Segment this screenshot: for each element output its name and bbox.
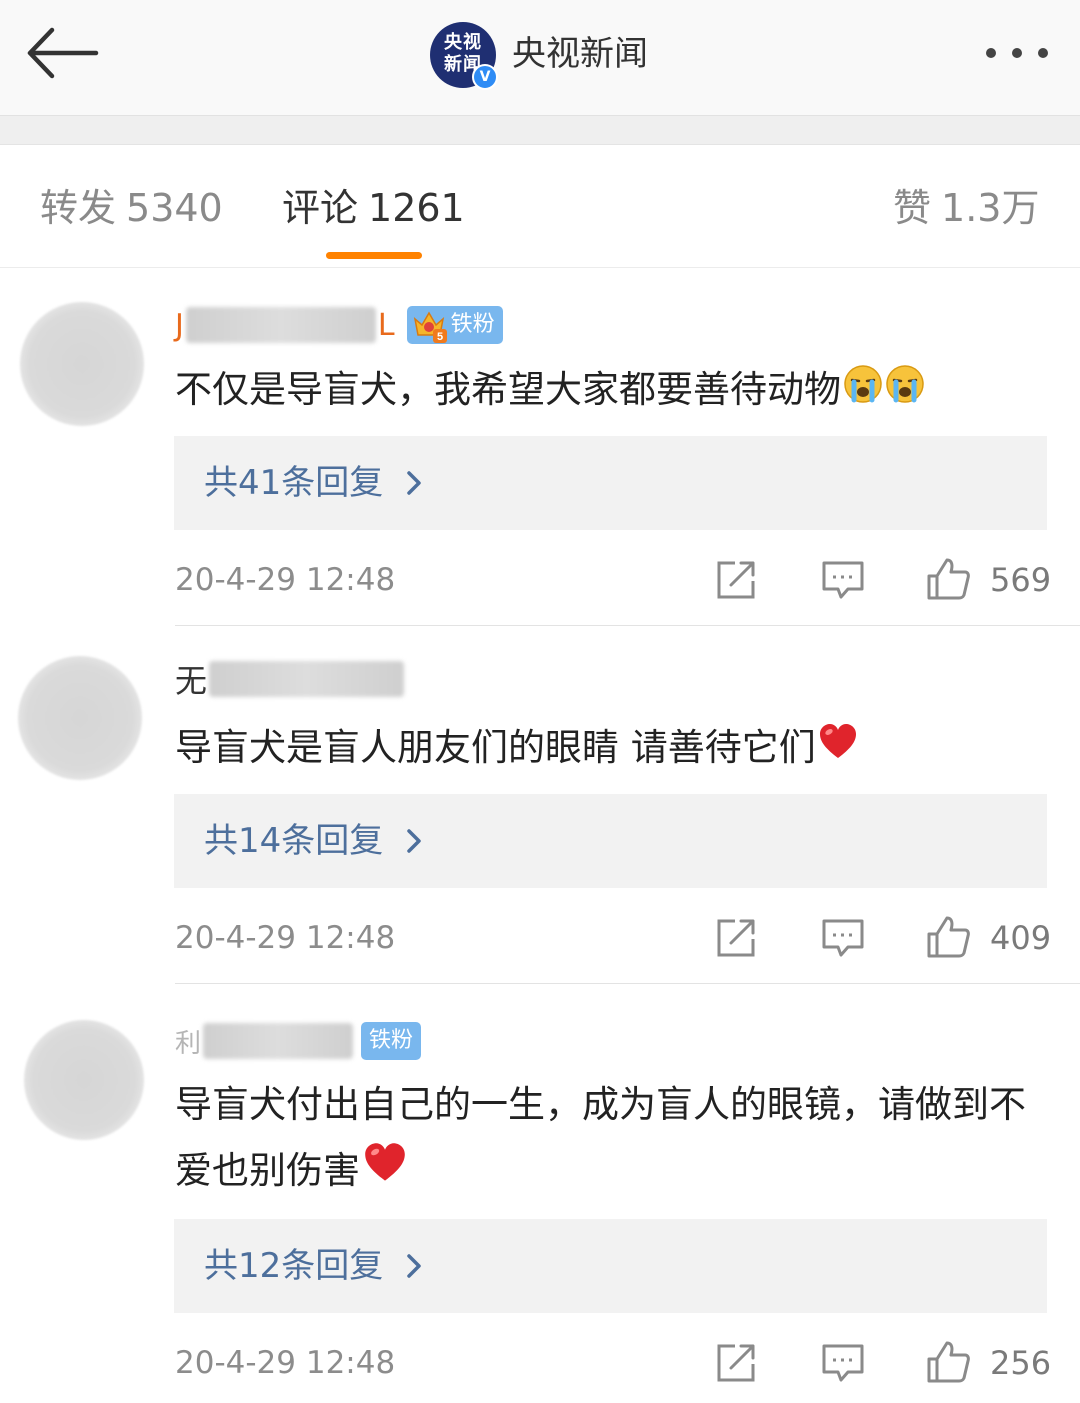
back-arrow-icon[interactable]: [22, 22, 102, 84]
view-replies-button[interactable]: 共12条回复: [174, 1219, 1047, 1313]
more-dots-icon[interactable]: [982, 38, 1056, 68]
active-tab-indicator: [326, 252, 422, 259]
chevron-right-icon: [407, 471, 421, 495]
reply-comment-icon[interactable]: [820, 1340, 866, 1386]
reply-comment-icon[interactable]: [820, 915, 866, 961]
comment-timestamp: 20-4-29 12:48: [175, 920, 396, 956]
fan-badge: 铁粉: [361, 1022, 422, 1060]
replies-count-label: 共12条回复: [204, 1246, 384, 1286]
comment-user[interactable]: 利 铁粉: [175, 1016, 422, 1066]
avatar[interactable]: [24, 1020, 144, 1140]
fan-badge-label: 铁粉: [450, 312, 495, 337]
username-visible-end: L: [377, 307, 395, 343]
account-logo[interactable]: 央视 新闻 V: [430, 22, 498, 90]
top-bar: 央视 新闻 V 央视新闻: [0, 0, 1080, 116]
tab-likes[interactable]: 赞 1.3万: [893, 183, 1039, 233]
comment-text-line: 导盲犬是盲人朋友们的眼睛 请善待它们: [175, 715, 1035, 783]
tab-comments-count: 1261: [368, 186, 465, 230]
verified-badge-icon: V: [472, 64, 498, 90]
comment-user[interactable]: 无: [175, 654, 405, 704]
comment-text: 导盲犬付出自己的一生，成为盲人的眼镜，请做到不爱也别伤害: [175, 1083, 1026, 1192]
fan-badge: 5 铁粉: [406, 306, 503, 344]
logo-text-line1: 央视: [444, 32, 482, 53]
like-thumb-icon[interactable]: [925, 1339, 971, 1385]
like-count: 256: [990, 1344, 1052, 1382]
share-icon[interactable]: [713, 915, 759, 961]
replies-count-label: 共41条回复: [204, 463, 384, 503]
comment-item: 无 导盲犬是盲人朋友们的眼睛 请善待它们 共14条回复 20-4-29 12:4…: [0, 626, 1080, 984]
tab-comments[interactable]: 评论 1261: [282, 183, 465, 233]
like-count: 569: [990, 561, 1052, 599]
avatar[interactable]: [20, 302, 144, 426]
view-replies-button[interactable]: 共14条回复: [174, 794, 1047, 888]
reply-comment-icon[interactable]: [820, 557, 866, 603]
comment-item: J L 5 铁粉 不仅是导盲犬，我希望大家都要善待动物 共41条回复 20-4-…: [0, 268, 1080, 626]
red-heart-icon: [818, 717, 858, 783]
red-heart-icon: [362, 1140, 408, 1206]
comment-text: 不仅是导盲犬，我希望大家都要善待动物: [175, 368, 841, 411]
chevron-right-icon: [407, 1254, 421, 1278]
fan-badge-label: 铁粉: [369, 1028, 414, 1053]
view-replies-button[interactable]: 共41条回复: [174, 436, 1047, 530]
tab-comments-label: 评论: [282, 186, 359, 230]
username-redacted: [185, 307, 376, 343]
comment-timestamp: 20-4-29 12:48: [175, 562, 396, 598]
comment-item: 利 铁粉 导盲犬付出自己的一生，成为盲人的眼镜，请做到不爱也别伤害 共12条回复…: [0, 984, 1080, 1403]
crown-icon: 5: [411, 307, 447, 343]
username-visible-start: J: [175, 307, 184, 343]
comment-text-line: 不仅是导盲犬，我希望大家都要善待动物: [175, 357, 1035, 425]
tab-likes-label: 赞: [893, 186, 932, 230]
like-thumb-icon[interactable]: [925, 914, 971, 960]
fan-level-text: 5: [437, 331, 443, 343]
share-icon[interactable]: [713, 557, 759, 603]
avatar[interactable]: [18, 656, 142, 780]
comment-text: 导盲犬是盲人朋友们的眼睛 请善待它们: [175, 726, 816, 769]
replies-count-label: 共14条回复: [204, 821, 384, 861]
like-thumb-icon[interactable]: [925, 556, 971, 602]
share-icon[interactable]: [713, 1340, 759, 1386]
like-count: 409: [990, 919, 1052, 957]
tab-bar: 转发 5340 评论 1261 赞 1.3万: [0, 145, 1080, 268]
account-name[interactable]: 央视新闻: [512, 32, 648, 76]
tab-reposts[interactable]: 转发 5340: [40, 183, 223, 233]
username-visible-start: 无: [175, 662, 208, 700]
section-gap: [0, 116, 1080, 145]
comment-user[interactable]: J L 5 铁粉: [175, 300, 503, 350]
crying-face-icon: [843, 359, 883, 425]
crying-face-icon: [885, 359, 925, 425]
username-redacted: [203, 1023, 354, 1059]
username-redacted: [209, 661, 405, 697]
tab-reposts-label: 转发: [40, 186, 117, 230]
chevron-right-icon: [407, 829, 421, 853]
tab-likes-count: 1.3万: [941, 186, 1040, 230]
username-visible-start: 利: [175, 1028, 202, 1059]
comment-timestamp: 20-4-29 12:48: [175, 1345, 396, 1381]
tab-reposts-count: 5340: [126, 186, 223, 230]
comment-text-line: 导盲犬付出自己的一生，成为盲人的眼镜，请做到不爱也别伤害: [175, 1072, 1035, 1206]
